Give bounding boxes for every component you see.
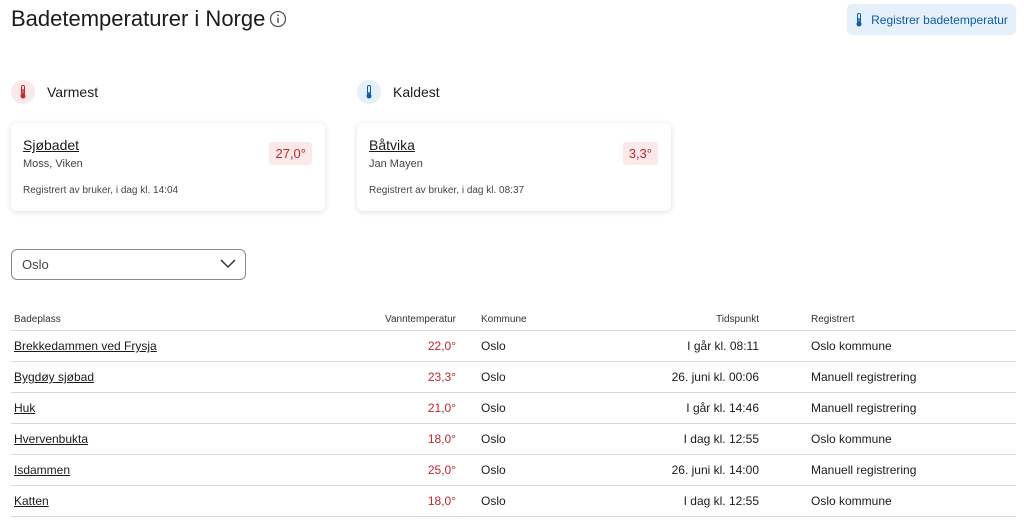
coldest-location: Jan Mayen	[369, 158, 423, 170]
row-kommune: Oslo	[481, 370, 506, 384]
warmest-heading-text: Varmest	[47, 84, 99, 100]
row-registered: Manuell registrering	[811, 401, 917, 415]
bathing-table: Badeplass Vanntemperatur Kommune Tidspun…	[11, 305, 1016, 517]
table-row: Huk 21,0° Oslo I går kl. 14:46 Manuell r…	[11, 393, 1016, 424]
row-temp: 23,3°	[427, 370, 456, 384]
row-registered: Oslo kommune	[811, 339, 892, 353]
warmest-temp-badge: 27,0°	[269, 142, 312, 165]
row-time: I går kl. 08:11	[687, 339, 759, 353]
table-row: Hvervenbukta 18,0° Oslo I dag kl. 12:55 …	[11, 424, 1016, 455]
col-header-time: Tidspunkt	[716, 313, 759, 325]
thermometer-hot-icon	[11, 80, 35, 104]
row-temp: 25,0°	[427, 463, 456, 477]
row-time: I dag kl. 12:55	[683, 432, 759, 446]
region-select[interactable]: Oslo	[11, 249, 246, 280]
row-temp: 22,0°	[427, 339, 456, 353]
row-registered: Manuell registrering	[811, 463, 917, 477]
row-name-link[interactable]: Hvervenbukta	[14, 424, 88, 454]
row-time: I dag kl. 12:55	[683, 494, 759, 508]
row-name-link[interactable]: Bygdøy sjøbad	[14, 362, 94, 392]
col-header-name: Badeplass	[14, 313, 61, 325]
warmest-heading: Varmest	[11, 80, 98, 104]
warmest-location: Moss, Viken	[23, 158, 83, 170]
row-time: 26. juni kl. 14:00	[671, 463, 759, 477]
row-name-link[interactable]: Brekkedammen ved Frysja	[14, 331, 157, 361]
row-kommune: Oslo	[481, 339, 506, 353]
row-kommune: Oslo	[481, 401, 506, 415]
coldest-name-link[interactable]: Båtvika	[369, 137, 415, 153]
chevron-down-icon	[220, 258, 236, 270]
row-registered: Oslo kommune	[811, 494, 892, 508]
coldest-card: Båtvika Jan Mayen Registrert av bruker, …	[357, 123, 671, 211]
row-kommune: Oslo	[481, 463, 506, 477]
register-temperature-button[interactable]: Registrer badetemperatur	[847, 4, 1016, 35]
col-header-temp: Vanntemperatur	[385, 313, 456, 325]
row-kommune: Oslo	[481, 432, 506, 446]
register-temperature-label: Registrer badetemperatur	[871, 12, 1008, 27]
row-kommune: Oslo	[481, 494, 506, 508]
col-header-registered: Registrert	[811, 313, 855, 325]
table-row: Brekkedammen ved Frysja 22,0° Oslo I går…	[11, 331, 1016, 362]
col-header-kommune: Kommune	[481, 313, 527, 325]
warmest-registered: Registrert av bruker, i dag kl. 14:04	[23, 185, 179, 196]
row-name-link[interactable]: Huk	[14, 393, 35, 423]
row-temp: 18,0°	[427, 494, 456, 508]
coldest-registered: Registrert av bruker, i dag kl. 08:37	[369, 185, 525, 196]
row-time: I går kl. 14:46	[686, 401, 759, 415]
warmest-card: Sjøbadet Moss, Viken Registrert av bruke…	[11, 123, 325, 211]
coldest-heading-text: Kaldest	[393, 84, 440, 100]
row-temp: 21,0°	[427, 401, 456, 415]
thermometer-cold-icon	[357, 80, 381, 104]
warmest-name-link[interactable]: Sjøbadet	[23, 137, 79, 153]
page-title: Badetemperaturer i Norge	[11, 6, 287, 32]
row-registered: Oslo kommune	[811, 432, 892, 446]
table-row: Isdammen 25,0° Oslo 26. juni kl. 14:00 M…	[11, 455, 1016, 486]
page-title-text: Badetemperaturer i Norge	[11, 6, 266, 31]
row-registered: Manuell registrering	[811, 370, 917, 384]
table-row: Bygdøy sjøbad 23,3° Oslo 26. juni kl. 00…	[11, 362, 1016, 393]
thermometer-icon	[855, 12, 863, 27]
table-row: Katten 18,0° Oslo I dag kl. 12:55 Oslo k…	[11, 486, 1016, 517]
row-time: 26. juni kl. 00:06	[671, 370, 759, 384]
table-header: Badeplass Vanntemperatur Kommune Tidspun…	[11, 305, 1016, 331]
coldest-heading: Kaldest	[357, 80, 440, 104]
coldest-temp-badge: 3,3°	[622, 142, 658, 165]
region-select-value: Oslo	[22, 257, 49, 272]
row-temp: 18,0°	[427, 432, 456, 446]
info-icon[interactable]	[269, 10, 287, 28]
row-name-link[interactable]: Katten	[14, 486, 49, 516]
row-name-link[interactable]: Isdammen	[14, 455, 70, 485]
